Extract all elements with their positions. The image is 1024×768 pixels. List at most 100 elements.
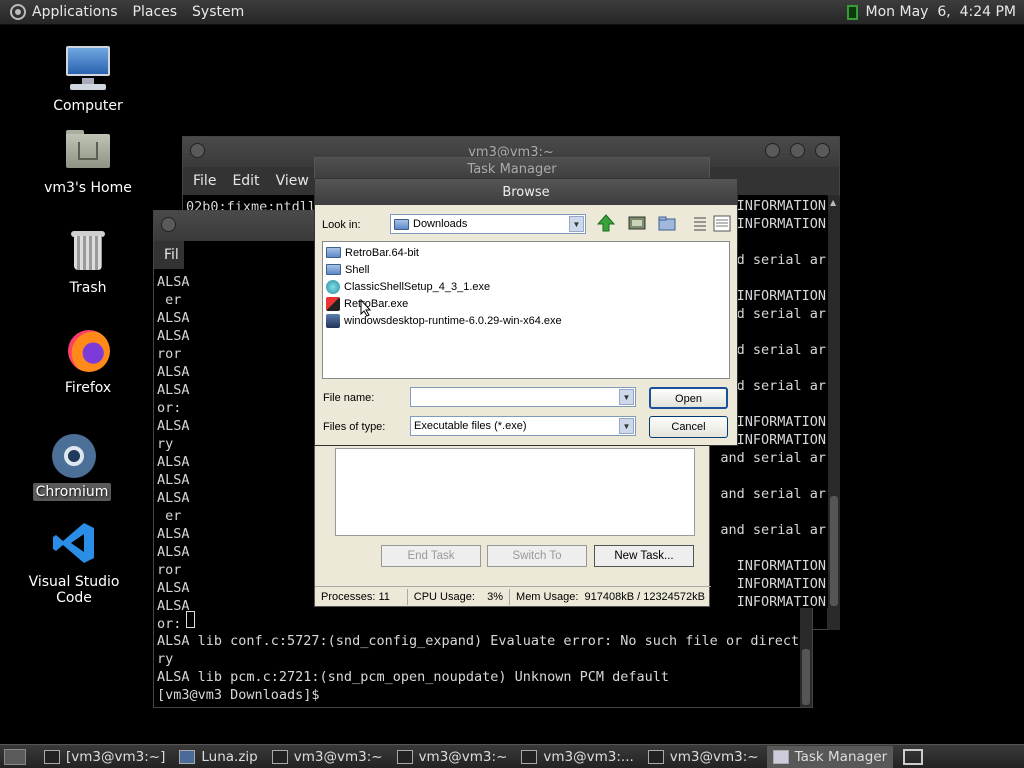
terminal-line: ALSA (157, 490, 190, 506)
file-item[interactable]: Shell (323, 261, 729, 278)
chevron-down-icon[interactable]: ▼ (619, 418, 634, 434)
file-list[interactable]: RetroBar.64-bit Shell ClassicShellSetup_… (322, 241, 730, 379)
cpu-usage: CPU Usage: 3% (408, 588, 511, 605)
menu-view[interactable]: View (276, 173, 309, 189)
browse-titlebar[interactable]: Browse (315, 179, 737, 205)
window-menu-icon[interactable] (190, 143, 205, 158)
look-in-value: Downloads (413, 218, 468, 230)
task-list[interactable] (335, 448, 695, 536)
terminal-icon (647, 749, 664, 764)
menu-edit[interactable]: Edit (232, 173, 259, 189)
taskbar-item[interactable]: [vm3@vm3:~] (38, 746, 171, 768)
desktop-icon-home[interactable]: vm3's Home (23, 126, 153, 196)
installer-exe-icon (326, 313, 340, 328)
up-folder-icon[interactable] (596, 213, 618, 233)
task-manager-icon (772, 749, 789, 764)
system-menu[interactable]: System (192, 4, 244, 20)
terminal-scrollbar[interactable]: ▲ (828, 196, 840, 630)
chevron-down-icon[interactable]: ▼ (569, 216, 584, 232)
terminal-line: INFORMATION (736, 576, 826, 592)
file-item[interactable]: RetroBar.exe (323, 295, 729, 312)
new-task-button[interactable]: New Task... (594, 545, 694, 567)
window-menu-icon[interactable] (161, 217, 176, 232)
maximize-icon[interactable] (790, 143, 805, 158)
terminal-line: ALSA (157, 274, 190, 290)
applications-menu[interactable]: Applications (32, 4, 118, 20)
taskbar-item[interactable]: vm3@vm3:~ (642, 746, 765, 768)
chevron-down-icon[interactable]: ▼ (619, 389, 634, 405)
terminal-line: ALSA lib pcm.c:2721:(snd_pcm_open_noupda… (157, 669, 670, 685)
desktop-icon-firefox[interactable]: Firefox (23, 326, 153, 396)
folder-icon (394, 218, 409, 230)
details-view-icon[interactable] (712, 213, 734, 233)
taskbar-item-active[interactable]: Task Manager (766, 745, 894, 768)
desktop-icon-trash[interactable]: Trash (23, 226, 153, 296)
desktop-icon-button[interactable] (627, 213, 649, 233)
terminal-line: and serial ar (720, 522, 826, 538)
terminal-line: ALSA (157, 328, 190, 344)
taskbar-item[interactable]: vm3@vm3:... (515, 746, 639, 768)
terminal-line: ALSA (157, 544, 190, 560)
terminal-line: ALSA lib conf.c:5727:(snd_config_expand)… (157, 633, 808, 649)
end-task-button[interactable]: End Task (381, 545, 481, 567)
home-folder-icon (64, 126, 112, 174)
cancel-button[interactable]: Cancel (649, 416, 728, 438)
terminal-line: ry (157, 436, 174, 452)
terminal-line: ALSA (157, 598, 190, 614)
file-name-input[interactable]: ▼ (410, 387, 636, 407)
close-icon[interactable] (815, 143, 830, 158)
file-item[interactable]: ClassicShellSetup_4_3_1.exe (323, 278, 729, 295)
terminal-line: ALSA (157, 472, 190, 488)
menu-file[interactable]: Fil (164, 247, 179, 263)
minimize-icon[interactable] (765, 143, 780, 158)
taskbar-item[interactable]: Luna.zip (173, 746, 263, 768)
archive-icon (179, 749, 196, 764)
look-in-label: Look in: (322, 219, 361, 231)
taskbar-item[interactable]: vm3@vm3:~ (266, 746, 389, 768)
terminal-line: or: (157, 400, 182, 416)
terminal-menubar: Fil (154, 241, 184, 269)
gnome-foot-icon[interactable] (10, 4, 26, 20)
terminal-line: and serial ar (720, 450, 826, 466)
terminal-line: [vm3@vm3 Downloads]$ (157, 687, 328, 703)
workspace-switcher[interactable] (903, 748, 924, 765)
files-of-type-select[interactable]: Executable files (*.exe) ▼ (410, 416, 636, 436)
show-desktop-icon[interactable] (4, 748, 26, 765)
terminal-line: ALSA (157, 310, 190, 326)
terminal-line: ry (157, 651, 174, 667)
switch-to-button[interactable]: Switch To (487, 545, 587, 567)
terminal-icon (44, 749, 60, 764)
menu-file[interactable]: File (193, 173, 216, 189)
terminal-line: ror (157, 346, 182, 362)
file-item[interactable]: windowsdesktop-runtime-6.0.29-win-x64.ex… (323, 312, 729, 329)
terminal-line: ALSA (157, 526, 190, 542)
terminal-line: INFORMATION (736, 594, 826, 610)
file-item[interactable]: RetroBar.64-bit (323, 244, 729, 261)
list-view-icon[interactable] (690, 213, 712, 233)
terminal-line: and serial ar (720, 486, 826, 502)
desktop-icon-vscode[interactable]: Visual Studio Code (9, 520, 139, 606)
computer-icon (64, 44, 112, 92)
mouse-cursor-icon (360, 298, 372, 320)
shell-exe-icon (326, 279, 340, 294)
look-in-select[interactable]: Downloads ▼ (390, 214, 586, 234)
terminal-line: ALSA (157, 580, 190, 596)
browse-dialog[interactable]: Browse Look in: Downloads ▼ RetroBar.64-… (314, 178, 738, 446)
clock[interactable]: Mon May 6, 4:24 PM (866, 4, 1016, 20)
mem-usage: Mem Usage: 917408kB / 12324572kB (516, 590, 705, 603)
desktop-icon-computer[interactable]: Computer (23, 44, 153, 114)
desktop-icon-chromium[interactable]: Chromium (7, 430, 137, 501)
open-button[interactable]: Open (649, 387, 728, 409)
system-monitor-icon[interactable] (846, 4, 858, 20)
terminal-line: er (157, 292, 182, 308)
terminal-line: INFORMATION (736, 558, 826, 574)
terminal-line: or: (157, 616, 182, 632)
terminal-icon (521, 749, 538, 764)
trash-icon (64, 226, 112, 274)
places-menu[interactable]: Places (133, 4, 178, 20)
taskbar-item[interactable]: vm3@vm3:~ (391, 746, 514, 768)
new-folder-icon[interactable] (657, 213, 679, 233)
